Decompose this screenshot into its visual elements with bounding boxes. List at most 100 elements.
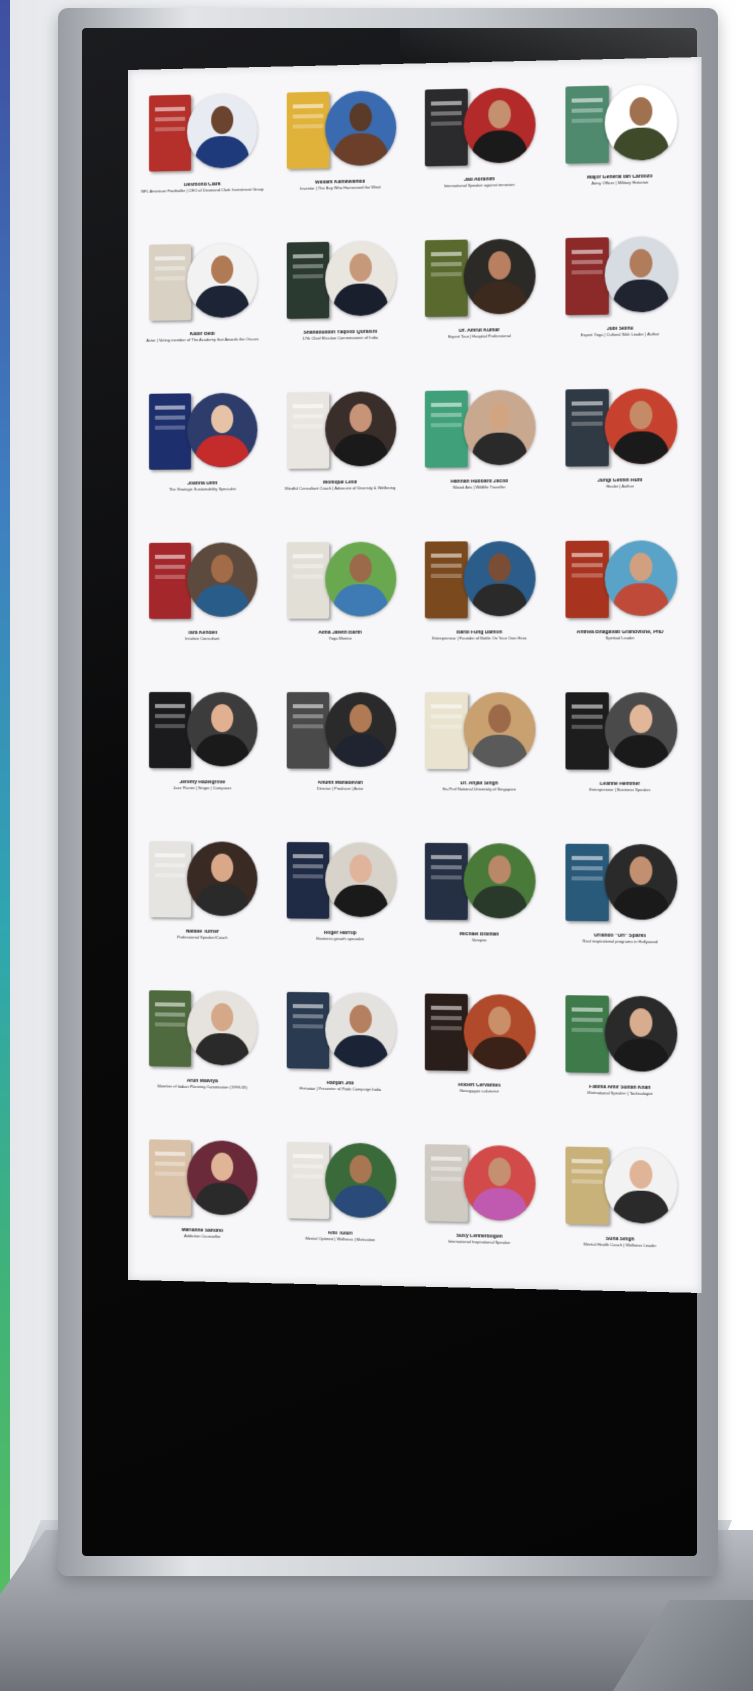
book-cover — [565, 1146, 609, 1225]
portrait-clothing — [612, 1038, 669, 1072]
speaker-portrait — [324, 240, 397, 317]
speaker-role: The Strategic Sustainability Specialist — [168, 485, 236, 492]
portrait-head — [488, 553, 512, 582]
speaker-card[interactable]: Dr. Amrut Kumar Expert Tour | Hospital Pr… — [414, 224, 546, 371]
speaker-card[interactable]: Jubi Sidhu Expert Yoga | Cultural Sikh Le… — [554, 222, 687, 369]
book-cover — [149, 542, 192, 619]
speaker-portrait — [187, 1140, 258, 1216]
portrait-clothing — [612, 583, 669, 616]
speaker-portrait — [187, 990, 258, 1066]
speaker-role: Intuitive Consultant — [185, 635, 220, 641]
speaker-card[interactable]: Dr. Anjali Singh Ex-Prof National Univers… — [414, 678, 546, 823]
book-cover — [149, 393, 192, 470]
speaker-card[interactable]: Marianne Sandho Addiction Counsellor — [138, 1125, 267, 1271]
portrait-clothing — [195, 434, 250, 468]
speaker-portrait — [463, 389, 536, 466]
speaker-card[interactable]: Fatima Amir Sultan Khan Motivational Spea… — [554, 981, 687, 1128]
speaker-role: Spiritual Leader — [605, 634, 635, 640]
speaker-portrait — [187, 93, 258, 169]
book-cover — [425, 239, 469, 318]
speaker-visual — [280, 982, 400, 1080]
speaker-card[interactable]: Desmond Clark NFL American Footballer | C… — [138, 79, 267, 225]
speaker-visual — [280, 80, 400, 179]
speaker-portrait — [604, 1147, 678, 1225]
speaker-card[interactable]: Anil Tuluri Mental Optimist | Wellness | … — [275, 1127, 405, 1274]
speaker-card[interactable]: Robert Cervantes Newspaper columnist — [414, 979, 546, 1126]
book-cover — [286, 841, 329, 919]
portrait-head — [488, 402, 512, 431]
speaker-portrait — [187, 392, 258, 468]
portrait-head — [211, 704, 234, 733]
speaker-role: Expert Tour | Hospital Professional — [447, 332, 511, 339]
speaker-role: NFL American Footballer | CEO of Desmond… — [141, 186, 264, 194]
portrait-head — [211, 255, 234, 284]
speaker-card[interactable]: Anunit Mahadevan Director | Producer | Ac… — [275, 678, 405, 823]
speaker-visual — [143, 532, 261, 629]
speaker-card[interactable]: Jad Abrahim International Speaker against… — [414, 73, 546, 220]
book-cover — [425, 390, 469, 468]
speaker-portrait — [463, 238, 536, 315]
speaker-card[interactable]: Kabir Bedi Actor | Voting member of The A… — [138, 229, 267, 374]
book-cover — [149, 1139, 192, 1217]
speaker-card[interactable]: Alma Jafeth Barth Yoga Mentor — [275, 527, 405, 672]
speaker-role: Historian | Presenter of Pride Campaign … — [299, 1085, 381, 1092]
speaker-portrait — [324, 90, 397, 167]
speaker-card[interactable]: Jungi Gethin Hunt Healer | Author — [554, 374, 687, 521]
speaker-portrait — [324, 992, 397, 1068]
speaker-portrait — [463, 540, 536, 617]
speaker-card[interactable]: Major General Ian Cardozo Army Officer | … — [554, 70, 687, 218]
portrait-head — [629, 552, 653, 582]
speaker-card[interactable]: Leanne Hemmer Entrepreneur | Business Spe… — [554, 678, 687, 824]
portrait-head — [349, 102, 372, 132]
speaker-role: Yoga Mentor — [328, 635, 352, 641]
book-cover — [286, 91, 329, 170]
speaker-portrait — [463, 843, 536, 919]
speaker-role: International Inspirational Speaker — [448, 1238, 511, 1245]
speaker-card[interactable]: Anthea Bhagavati Grandvishe, PhD Spiritua… — [554, 526, 687, 672]
speaker-card[interactable]: Monique Leila Mindful Consultant Coach | … — [275, 377, 405, 522]
book-cover — [286, 1141, 329, 1220]
speaker-visual — [559, 378, 681, 477]
book-cover — [425, 541, 469, 619]
book-cover — [425, 993, 469, 1071]
portrait-clothing — [333, 283, 388, 317]
speaker-role: Professional Speaker/Coach — [176, 933, 228, 940]
speaker-role: Jazz Pianist | Singer | Composer — [173, 784, 232, 790]
speaker-card[interactable]: Michael Bramah Vampire — [414, 829, 546, 975]
portrait-head — [349, 403, 372, 433]
portrait-head — [349, 1004, 372, 1034]
portrait-clothing — [195, 1032, 250, 1066]
speaker-card[interactable]: William Kamkwamba Inventor | The Boy Who … — [275, 76, 405, 223]
speaker-role: Business growth specialist — [316, 935, 364, 941]
speaker-portrait — [604, 692, 678, 768]
kiosk-screen: Desmond Clark NFL American Footballer | C… — [128, 57, 702, 1293]
speaker-card[interactable]: Shahabuddin Yaqoob Quraishi 17th Chief El… — [275, 226, 405, 372]
speaker-visual — [143, 83, 261, 182]
speaker-card[interactable]: Roger Harrop Business growth specialist — [275, 828, 405, 973]
speaker-portrait — [463, 993, 536, 1070]
speaker-visual — [559, 985, 681, 1084]
speaker-visual — [419, 1134, 540, 1234]
speaker-role: Addiction Counsellor — [183, 1232, 221, 1239]
speaker-card[interactable]: Ranjan Jha Historian | Presenter of Pride… — [275, 978, 405, 1124]
portrait-head — [211, 1003, 234, 1032]
speaker-card[interactable]: Joanna Dinn The Strategic Sustainability … — [138, 378, 267, 522]
speaker-card[interactable]: Tara Kendell Intuitive Consultant — [138, 528, 267, 672]
speaker-role: Inventor | The Boy Who Harnessed the Win… — [299, 183, 381, 191]
portrait-clothing — [333, 132, 388, 167]
speaker-card[interactable]: Hannah Hubbard Jacob Mixed Arts | Wildlif… — [414, 375, 546, 521]
speaker-card[interactable]: Barbi Fung Damon Entrepreneur | Founder o… — [414, 527, 546, 672]
speaker-role: Expert Yoga | Cultural Sikh Leader | Aut… — [580, 330, 660, 337]
speaker-card[interactable]: Susy Lehnerbogen International Inspiratio… — [414, 1130, 546, 1277]
speaker-card[interactable]: Orlando "Ori" Sparks Real inspirational p… — [554, 829, 687, 976]
speaker-visual — [280, 231, 400, 330]
portrait-clothing — [333, 884, 388, 918]
speaker-card[interactable]: Natalie Turner Professional Speaker/Coach — [138, 827, 267, 971]
speaker-card[interactable]: Suna Singh Mental Health Coach | Wellness… — [554, 1132, 687, 1280]
speaker-card[interactable]: Arun Malviya Member of Indian Planning Co… — [138, 976, 267, 1121]
portrait-clothing — [195, 135, 250, 169]
speaker-visual — [143, 980, 261, 1078]
book-cover — [565, 237, 609, 316]
speaker-portrait — [324, 1142, 397, 1219]
speaker-card[interactable]: Jeremy Hazelgrove Jazz Pianist | Singer |… — [138, 678, 267, 822]
